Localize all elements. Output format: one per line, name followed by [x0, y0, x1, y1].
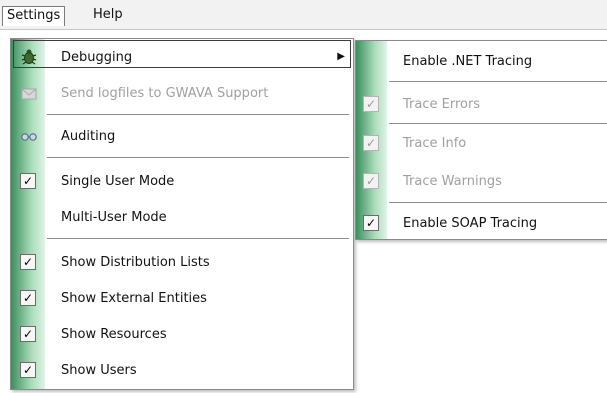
menu-item-show-resources[interactable]: ✓ Show Resources [11, 316, 353, 352]
menu-help[interactable]: Help [89, 6, 127, 26]
menu-item-label: Show External Entities [61, 290, 207, 306]
menu-separator [47, 157, 349, 158]
menu-item-trace-warnings[interactable]: ✓ Trace Warnings [356, 163, 607, 199]
checkmark-icon: ✓ [20, 290, 36, 306]
menu-item-trace-info[interactable]: ✓ Trace Info [356, 125, 607, 161]
checkmark-icon: ✓ [363, 96, 379, 112]
menu-item-label: Enable .NET Tracing [403, 53, 533, 69]
menu-item-show-distribution-lists[interactable]: ✓ Show Distribution Lists [11, 244, 353, 280]
menu-item-label: Enable SOAP Tracing [403, 215, 538, 231]
settings-menu: Debugging ▶ Send logfiles to GWAVA Suppo… [10, 38, 354, 390]
menu-item-enable-soap-tracing[interactable]: ✓ Enable SOAP Tracing [356, 205, 607, 241]
checkmark-icon: ✓ [363, 135, 379, 151]
menu-item-label: Show Users [61, 362, 137, 378]
menu-settings[interactable]: Settings [2, 6, 66, 26]
debugging-submenu: Enable .NET Tracing ✓ Trace Errors ✓ Tra… [355, 40, 607, 240]
menu-item-label: Debugging [61, 49, 133, 65]
menu-separator [47, 114, 349, 115]
checkmark-icon: ✓ [20, 254, 36, 270]
menu-bar: Settings Help [0, 0, 607, 30]
menu-item-auditing[interactable]: Auditing [11, 118, 353, 154]
checkmark-icon: ✓ [20, 326, 36, 342]
menu-item-label: Send logfiles to GWAVA Support [61, 85, 269, 101]
menu-item-label: Trace Info [403, 135, 467, 151]
menu-item-label: Show Resources [61, 326, 167, 342]
checkmark-icon: ✓ [363, 173, 379, 189]
menu-item-label: Single User Mode [61, 173, 175, 189]
checkmark-icon: ✓ [363, 215, 379, 231]
menu-item-trace-errors[interactable]: ✓ Trace Errors [356, 86, 607, 122]
menu-item-label: Trace Errors [403, 96, 481, 112]
menu-item-enable-net-tracing[interactable]: Enable .NET Tracing [356, 43, 607, 79]
menu-item-label: Multi-User Mode [61, 209, 167, 225]
menu-item-label: Show Distribution Lists [61, 254, 210, 270]
menu-item-debugging[interactable]: Debugging ▶ [11, 39, 353, 75]
menu-separator [389, 123, 607, 124]
menu-item-single-user-mode[interactable]: ✓ Single User Mode [11, 163, 353, 199]
menu-item-label: Auditing [61, 128, 116, 144]
envelope-icon [21, 88, 37, 100]
submenu-arrow-icon: ▶ [337, 51, 345, 62]
menu-item-label: Trace Warnings [403, 173, 502, 189]
checkmark-icon: ✓ [20, 362, 36, 378]
menu-item-show-external-entities[interactable]: ✓ Show External Entities [11, 280, 353, 316]
menu-item-send-logfiles[interactable]: Send logfiles to GWAVA Support [11, 75, 353, 111]
glasses-icon [21, 133, 37, 141]
menu-separator [389, 202, 607, 203]
bug-icon [21, 49, 37, 65]
menu-separator [47, 238, 349, 239]
menu-item-multi-user-mode[interactable]: Multi-User Mode [11, 199, 353, 235]
menu-item-show-users[interactable]: ✓ Show Users [11, 352, 353, 388]
menu-separator [389, 81, 607, 82]
checkmark-icon: ✓ [20, 173, 36, 189]
